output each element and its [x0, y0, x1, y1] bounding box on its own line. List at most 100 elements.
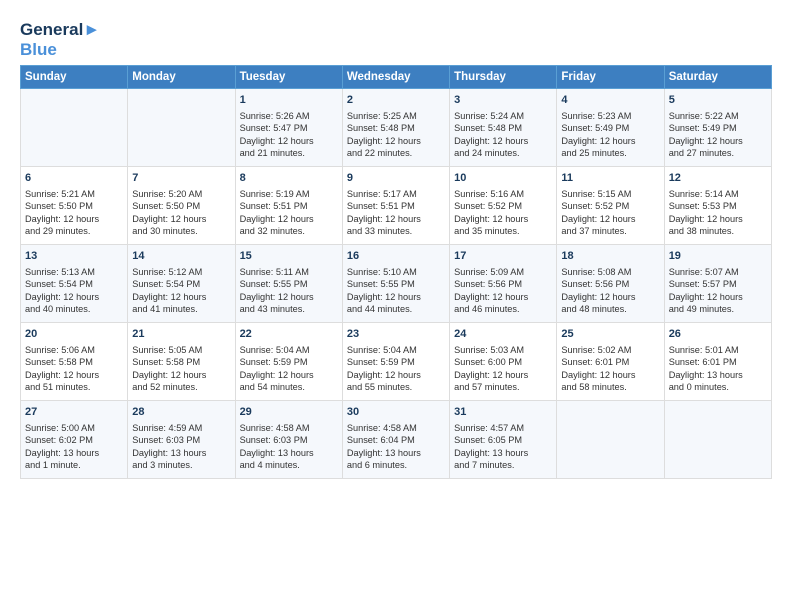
week-row-2: 13Sunrise: 5:13 AMSunset: 5:54 PMDayligh… [21, 245, 772, 323]
cell-line: and 1 minute. [25, 459, 123, 471]
cell-line: Daylight: 13 hours [347, 447, 445, 459]
cell-line: Sunset: 6:02 PM [25, 434, 123, 446]
cell-line: and 55 minutes. [347, 381, 445, 393]
cell-line: Daylight: 12 hours [454, 369, 552, 381]
day-number: 15 [240, 249, 338, 264]
calendar-cell: 6Sunrise: 5:21 AMSunset: 5:50 PMDaylight… [21, 167, 128, 245]
cell-line: Sunrise: 5:20 AM [132, 188, 230, 200]
cell-line: and 52 minutes. [132, 381, 230, 393]
day-number: 31 [454, 405, 552, 420]
col-header-friday: Friday [557, 66, 664, 89]
calendar-cell: 29Sunrise: 4:58 AMSunset: 6:03 PMDayligh… [235, 401, 342, 479]
cell-line: Daylight: 12 hours [669, 291, 767, 303]
calendar-cell: 7Sunrise: 5:20 AMSunset: 5:50 PMDaylight… [128, 167, 235, 245]
day-number: 19 [669, 249, 767, 264]
day-number: 27 [25, 405, 123, 420]
day-number: 3 [454, 93, 552, 108]
calendar-cell: 16Sunrise: 5:10 AMSunset: 5:55 PMDayligh… [342, 245, 449, 323]
day-number: 14 [132, 249, 230, 264]
calendar-cell: 2Sunrise: 5:25 AMSunset: 5:48 PMDaylight… [342, 89, 449, 167]
cell-line: Sunrise: 5:04 AM [347, 344, 445, 356]
col-header-tuesday: Tuesday [235, 66, 342, 89]
logo: General► Blue [20, 20, 100, 59]
day-number: 6 [25, 171, 123, 186]
cell-line: and 0 minutes. [669, 381, 767, 393]
page: General► Blue SundayMondayTuesdayWednesd… [0, 0, 792, 489]
cell-line: Daylight: 12 hours [454, 213, 552, 225]
day-number: 21 [132, 327, 230, 342]
cell-line: Sunset: 5:50 PM [25, 200, 123, 212]
cell-line: Sunset: 5:54 PM [132, 278, 230, 290]
calendar-cell: 24Sunrise: 5:03 AMSunset: 6:00 PMDayligh… [450, 323, 557, 401]
day-number: 7 [132, 171, 230, 186]
calendar-cell: 11Sunrise: 5:15 AMSunset: 5:52 PMDayligh… [557, 167, 664, 245]
calendar-cell: 30 Sunrise: 4:58 AMSunset: 6:04 PMDayligh… [342, 401, 449, 479]
cell-line: and 7 minutes. [454, 459, 552, 471]
cell-line: Sunset: 5:50 PM [132, 200, 230, 212]
cell-line: Sunset: 5:51 PM [347, 200, 445, 212]
day-number: 1 [240, 93, 338, 108]
cell-line: Sunrise: 5:13 AM [25, 266, 123, 278]
day-number: 11 [561, 171, 659, 186]
day-number: 30 [347, 405, 445, 420]
week-row-3: 20Sunrise: 5:06 AMSunset: 5:58 PMDayligh… [21, 323, 772, 401]
cell-line: Sunrise: 4:58 AM [347, 422, 445, 434]
cell-line: Sunset: 6:03 PM [132, 434, 230, 446]
cell-line: Sunset: 6:04 PM [347, 434, 445, 446]
cell-line: and 25 minutes. [561, 147, 659, 159]
day-number: 20 [25, 327, 123, 342]
cell-line: Sunrise: 5:01 AM [669, 344, 767, 356]
cell-line: Sunrise: 4:57 AM [454, 422, 552, 434]
cell-line: Sunrise: 4:59 AM [132, 422, 230, 434]
cell-line: Daylight: 12 hours [240, 369, 338, 381]
calendar-cell: 26Sunrise: 5:01 AMSunset: 6:01 PMDayligh… [664, 323, 771, 401]
week-row-4: 27 Sunrise: 5:00 AMSunset: 6:02 PM Dayligh… [21, 401, 772, 479]
calendar-cell: 22Sunrise: 5:04 AMSunset: 5:59 PMDayligh… [235, 323, 342, 401]
day-number: 18 [561, 249, 659, 264]
cell-line: Sunrise: 5:08 AM [561, 266, 659, 278]
week-row-1: 6Sunrise: 5:21 AMSunset: 5:50 PMDaylight… [21, 167, 772, 245]
day-number: 22 [240, 327, 338, 342]
cell-line: Daylight: 12 hours [347, 291, 445, 303]
calendar-cell: 1Sunrise: 5:26 AMSunset: 5:47 PMDaylight… [235, 89, 342, 167]
calendar-cell: 9Sunrise: 5:17 AMSunset: 5:51 PMDaylight… [342, 167, 449, 245]
day-number: 2 [347, 93, 445, 108]
cell-line: Sunrise: 5:03 AM [454, 344, 552, 356]
cell-line: Sunrise: 5:00 AM [25, 422, 123, 434]
day-number: 9 [347, 171, 445, 186]
day-number: 8 [240, 171, 338, 186]
col-header-thursday: Thursday [450, 66, 557, 89]
calendar-cell: 28Sunrise: 4:59 AMSunset: 6:03 PMDayligh… [128, 401, 235, 479]
cell-line: Daylight: 12 hours [561, 369, 659, 381]
cell-line: Daylight: 12 hours [25, 369, 123, 381]
calendar-cell: 17Sunrise: 5:09 AMSunset: 5:56 PMDayligh… [450, 245, 557, 323]
cell-line: Sunset: 5:49 PM [561, 122, 659, 134]
day-number: 10 [454, 171, 552, 186]
cell-line: Sunset: 6:03 PM [240, 434, 338, 446]
col-header-wednesday: Wednesday [342, 66, 449, 89]
cell-line: Daylight: 12 hours [25, 213, 123, 225]
header-row: SundayMondayTuesdayWednesdayThursdayFrid… [21, 66, 772, 89]
logo-line2: Blue [20, 40, 100, 60]
cell-line: Daylight: 12 hours [669, 213, 767, 225]
cell-line: and 51 minutes. [25, 381, 123, 393]
cell-line: Sunset: 6:05 PM [454, 434, 552, 446]
cell-line: Daylight: 12 hours [454, 135, 552, 147]
calendar-cell: 15Sunrise: 5:11 AMSunset: 5:55 PMDayligh… [235, 245, 342, 323]
cell-line: Daylight: 12 hours [561, 213, 659, 225]
cell-line: and 27 minutes. [669, 147, 767, 159]
cell-line: Daylight: 12 hours [240, 213, 338, 225]
cell-line: and 38 minutes. [669, 225, 767, 237]
calendar-cell: 3Sunrise: 5:24 AMSunset: 5:48 PMDaylight… [450, 89, 557, 167]
col-header-saturday: Saturday [664, 66, 771, 89]
cell-line: Sunrise: 5:10 AM [347, 266, 445, 278]
cell-line: Sunrise: 5:24 AM [454, 110, 552, 122]
calendar-cell: 8Sunrise: 5:19 AMSunset: 5:51 PMDaylight… [235, 167, 342, 245]
cell-line: Sunset: 5:57 PM [669, 278, 767, 290]
calendar-cell [664, 401, 771, 479]
col-header-sunday: Sunday [21, 66, 128, 89]
cell-line: and 54 minutes. [240, 381, 338, 393]
cell-line: and 37 minutes. [561, 225, 659, 237]
cell-line: and 22 minutes. [347, 147, 445, 159]
cell-line: Sunrise: 5:12 AM [132, 266, 230, 278]
